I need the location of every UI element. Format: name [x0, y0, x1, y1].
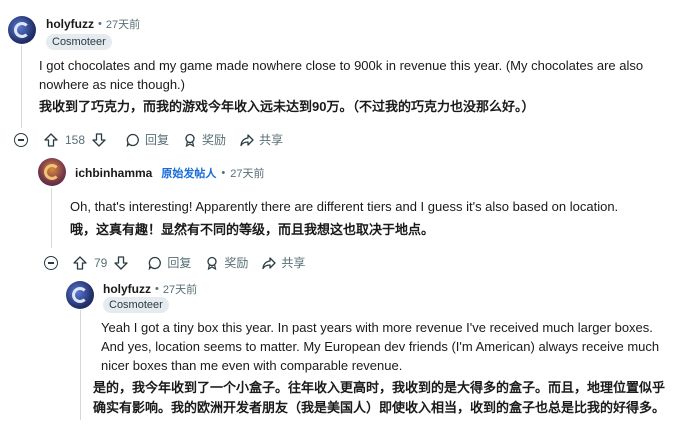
comment-text: Yeah I got a tiny box this year. In past…: [101, 320, 660, 373]
reply-label: 回复: [145, 133, 170, 147]
award-label: 奖励: [224, 256, 249, 270]
award-button[interactable]: 奖励: [183, 131, 226, 148]
reply-button[interactable]: 回复: [148, 254, 191, 271]
share-icon: [240, 133, 254, 147]
vote-group: 79: [73, 255, 129, 270]
user-flair: Cosmoteer: [46, 34, 112, 50]
downvote-icon[interactable]: [92, 132, 106, 147]
timestamp[interactable]: 27天前: [230, 165, 264, 181]
vote-count: 79: [94, 255, 108, 270]
comment-translation: 我收到了巧克力，而我的游戏今年收入远未达到90万。（不过我的巧克力也没那么好。）: [39, 99, 535, 114]
avatar[interactable]: [66, 281, 94, 309]
op-badge: 原始发帖人: [161, 168, 217, 180]
action-bar: 158 回复 奖励 共享: [44, 131, 297, 148]
comment-icon: [148, 256, 162, 270]
upvote-icon[interactable]: [73, 255, 87, 270]
award-button[interactable]: 奖励: [205, 254, 248, 271]
comment-translation: 是的，我今年收到了一个小盒子。往年收入更高时，我收到的是大得多的盒子。而且，地理…: [93, 380, 666, 415]
thread-line-2: [51, 188, 52, 248]
separator: •: [155, 283, 159, 295]
share-label: 共享: [259, 133, 284, 147]
comment-header: holyfuzz • 27天前: [103, 281, 197, 297]
downvote-icon[interactable]: [114, 255, 129, 270]
vote-group: 158: [44, 133, 106, 147]
timestamp[interactable]: 27天前: [106, 16, 140, 32]
avatar[interactable]: [38, 158, 66, 186]
avatar[interactable]: [8, 16, 36, 44]
upvote-icon[interactable]: [44, 132, 58, 147]
award-icon: [183, 133, 197, 147]
comment-header: ichbinhamma 原始发帖人 • 27天前: [75, 165, 264, 181]
comment-text: Oh, that's interesting! Apparently there…: [70, 199, 619, 214]
comment-translation: 哦，这真有趣！显然有不同的等级，而且我想这也取决于地点。: [70, 222, 435, 237]
share-label: 共享: [281, 256, 306, 270]
thread-line-3: [80, 310, 81, 420]
username[interactable]: ichbinhamma: [75, 166, 152, 180]
share-icon: [262, 256, 277, 270]
comment-icon: [126, 133, 140, 147]
award-icon: [205, 256, 219, 270]
action-bar: 79 回复 奖励 共享: [73, 254, 319, 271]
separator: •: [98, 18, 102, 30]
separator: •: [221, 167, 226, 179]
comment-text: I got chocolates and my game made nowher…: [39, 58, 644, 92]
username[interactable]: holyfuzz: [103, 282, 151, 296]
share-button[interactable]: 共享: [240, 131, 283, 148]
username[interactable]: holyfuzz: [46, 17, 94, 31]
reply-button[interactable]: 回复: [126, 131, 169, 148]
collapse-button[interactable]: [44, 256, 58, 270]
reply-label: 回复: [167, 256, 192, 270]
collapse-button[interactable]: [14, 133, 28, 147]
share-button[interactable]: 共享: [262, 254, 305, 271]
award-label: 奖励: [202, 133, 227, 147]
vote-count: 158: [65, 132, 86, 147]
timestamp[interactable]: 27天前: [163, 281, 197, 297]
user-flair: Cosmoteer: [103, 297, 169, 313]
thread-line-1: [21, 46, 22, 128]
comment-header: holyfuzz • 27天前: [46, 16, 140, 32]
